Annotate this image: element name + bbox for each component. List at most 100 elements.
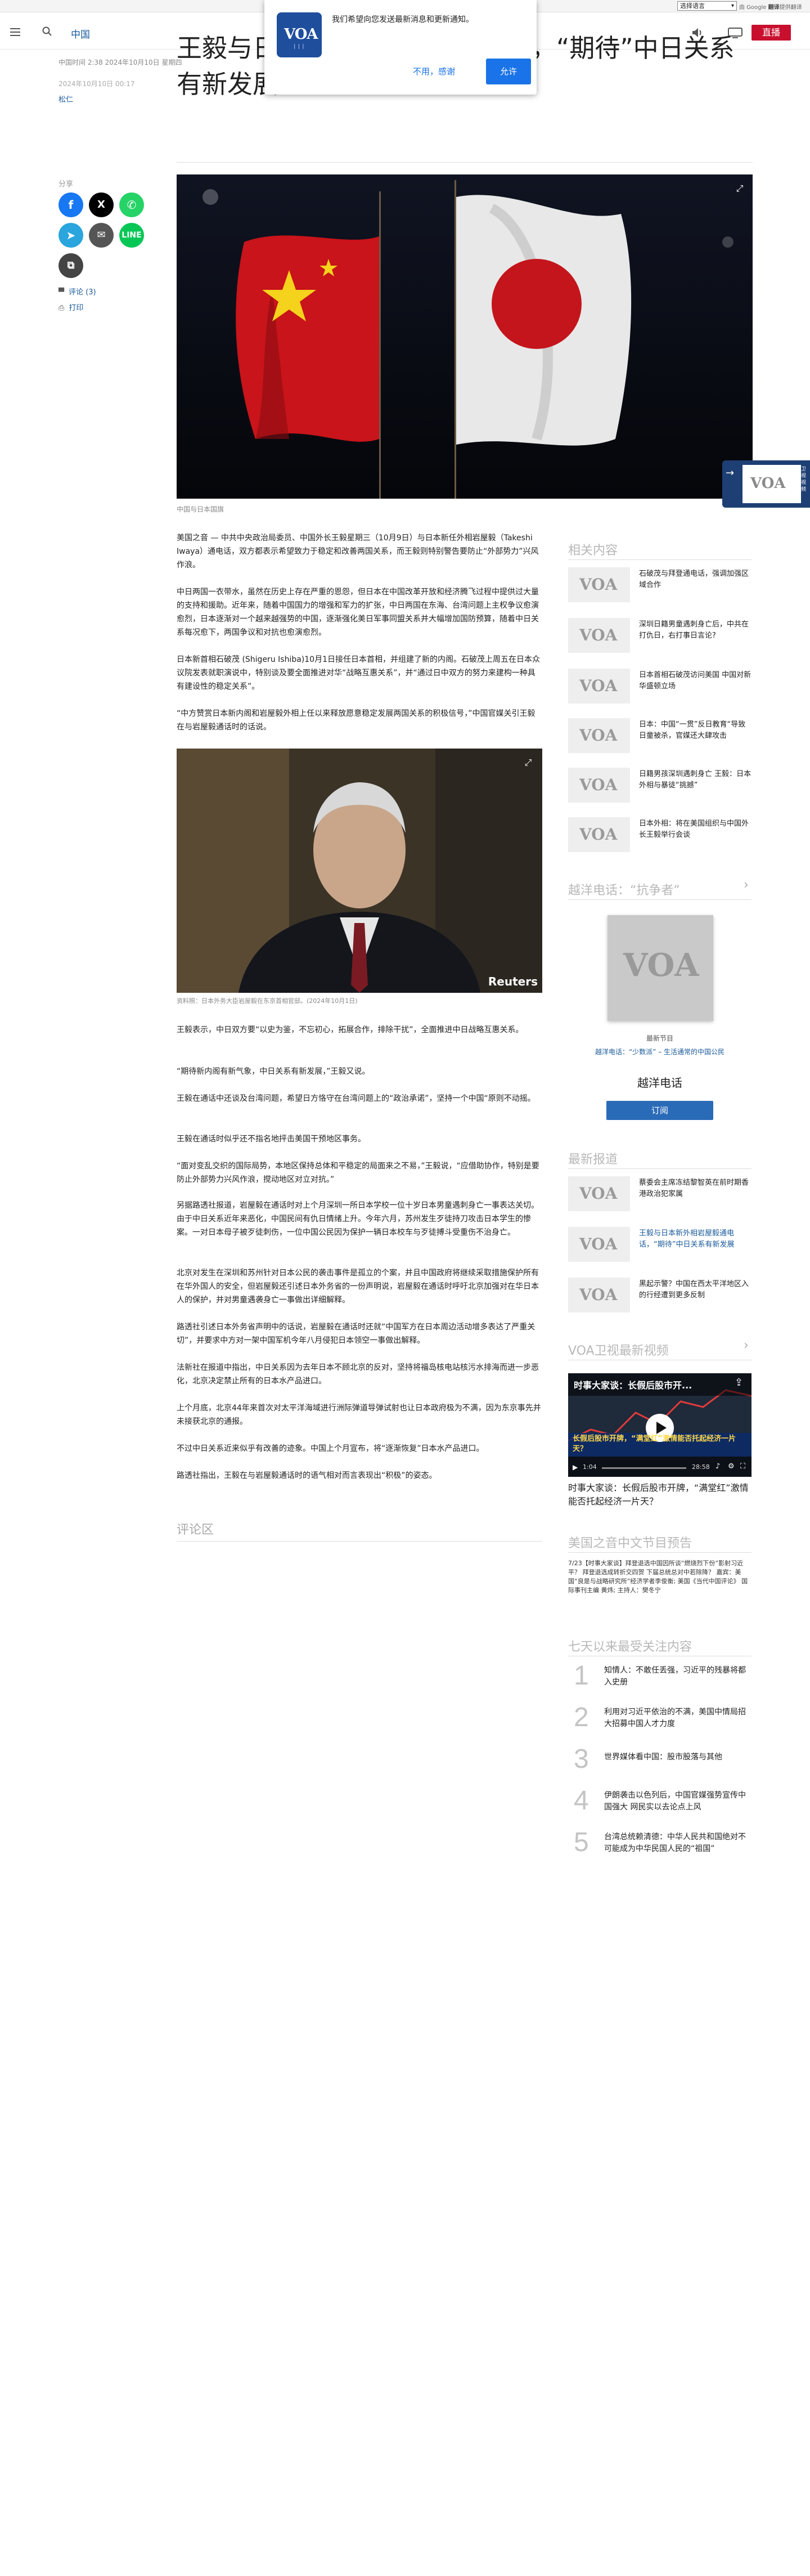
volume-icon[interactable]: ♪: [716, 1462, 720, 1471]
rank-number: 4: [574, 1786, 589, 1816]
minister-photo: ⤢ Reuters: [177, 749, 542, 993]
popular-link[interactable]: 伊朗袭击以色列后，中国官媒强势宣传中国强大 网民实以去论点上风: [604, 1790, 750, 1813]
hero-image: ⤢: [177, 174, 753, 499]
expand-icon[interactable]: ⤢: [522, 756, 534, 769]
section-link[interactable]: 中国: [71, 26, 90, 41]
facebook-share-icon[interactable]: f: [58, 192, 83, 217]
popular-link[interactable]: 台湾总统赖清德：中华人民共和国绝对不可能成为中华民国人民的“祖国”: [604, 1831, 750, 1855]
related-divider: [568, 559, 752, 560]
body-paragraph: 上个月底，北京44年来首次对太平洋海域进行洲际弹道导弹试射也让日本政府极为不满，…: [177, 1404, 541, 1426]
title-divider: [177, 162, 753, 163]
body-paragraph: 法新社在报道中指出，中日关系因为去年日本不顾北京的反对，坚持将福岛核电站核污水排…: [177, 1363, 539, 1386]
expand-icon[interactable]: ⤢: [734, 182, 746, 195]
play-small-icon[interactable]: ▶: [573, 1463, 578, 1471]
notification-prompt: VOA ❘❘❘ 我们希望向您发送最新消息和更新通知。 不用，感谢 允许: [264, 0, 537, 95]
body-paragraph: 王毅表示，中日双方要“以史为鉴，不忘初心，拓展合作，排除干扰”，全面推进中日战略…: [177, 1025, 524, 1034]
podcast-divider: [568, 899, 752, 900]
voa-logo: VOA ❘❘❘: [277, 12, 322, 57]
copy-link-icon[interactable]: ⧉: [58, 253, 83, 278]
related-thumb[interactable]: VOA: [568, 567, 630, 602]
telegram-share-icon[interactable]: ➤: [58, 223, 83, 248]
related-link[interactable]: 日本：中国“一贯”反日教育“导致日童被杀，官媒还大肆攻击: [639, 719, 752, 742]
share-icon[interactable]: ⇪: [735, 1377, 743, 1388]
subscribe-button[interactable]: 订阅: [606, 1101, 713, 1120]
side-tab-logo-text: VOA: [750, 475, 786, 492]
popular-link[interactable]: 利用对习近平依治的不满，美国中情局招大招募中国人才力度: [604, 1706, 750, 1730]
print-icon: ⎙: [58, 304, 65, 312]
related-heading: 相关内容: [568, 544, 618, 558]
body-paragraph: 中日两国一衣带水，虽然在历史上存在严重的恩怨，但日本在中国改革开放和经济腾飞过程…: [177, 588, 539, 637]
related-thumb[interactable]: VOA: [568, 669, 630, 704]
whatsapp-share-icon[interactable]: ✆: [119, 192, 144, 217]
latest-thumb[interactable]: VOA: [568, 1176, 630, 1211]
comments-divider: [177, 1541, 542, 1542]
podcast-label: 最新节目: [646, 1034, 673, 1042]
body-paragraph: 不过中日关系近来似乎有改善的迹象。中国上个月宣布，将“逐渐恢复”日本水产品进口。: [177, 1444, 484, 1453]
decline-button[interactable]: 不用，感谢: [413, 65, 455, 77]
related-link[interactable]: 石破茂与拜登通电话，强调加强区域合作: [639, 568, 752, 591]
popular-link[interactable]: 知情人：不敢任丢强，习近平的残暴将都入史册: [604, 1665, 750, 1688]
chevron-right-icon[interactable]: ›: [744, 878, 749, 892]
related-link[interactable]: 深圳日籍男童遇刺身亡后，中共在打仇日，右打事日言论?: [639, 619, 752, 642]
latest-thumb[interactable]: VOA: [568, 1278, 630, 1312]
latest-link[interactable]: 蔡委会主席冻结黎智英在前时期香港政治犯家属: [639, 1177, 752, 1200]
related-thumb[interactable]: VOA: [568, 718, 630, 753]
language-select[interactable]: 选择语言: [677, 1, 737, 11]
podcast-episode-link[interactable]: 越洋电话：“少数派” – 生活通常的中国公民: [568, 1047, 752, 1056]
video-progress[interactable]: [602, 1467, 686, 1469]
video-banner: 长假后股市开牌，“满堂红”激情能否托起经济一片天？: [573, 1435, 736, 1453]
body-paragraph: 路透社指出，王毅在与岩屋毅通话时的语气相对而言表现出“积极”的姿态。: [177, 1471, 437, 1480]
related-link[interactable]: 日籍男孩深圳遇刺身亡 王毅：日本外相与暴徒“挑撼”: [639, 769, 752, 791]
podcast-cover[interactable]: VOA: [608, 915, 713, 1021]
podcast-name: 越洋电话: [637, 1076, 682, 1090]
latest-link[interactable]: 王毅与日本新外相岩屋毅通电话，“期待”中日关系有新发展: [639, 1228, 752, 1251]
program-heading: 美国之音中文节目预告: [568, 1536, 692, 1551]
latest-link[interactable]: 黑起示警？中国在西太平洋地区入的行经遭到更多反制: [639, 1279, 752, 1301]
podcast-heading[interactable]: 越洋电话：“抗争者”: [568, 880, 680, 898]
translate-by: 由 Google: [739, 5, 767, 11]
video-player[interactable]: 时事大家谈：长假后股市开... ⇪ 长假后股市开牌，“满堂红”激情能否托起经济一…: [568, 1373, 752, 1477]
program-text: 7/23【时事大家谈】拜登退选中国因所谈“燃烧烈下份”影射习近平？ 拜登退选成转…: [568, 1560, 748, 1594]
share-label: 分享: [58, 180, 74, 189]
popular-link[interactable]: 世界媒体看中国：股市股落与其他: [604, 1751, 750, 1763]
voa-logo-text: VOA: [284, 26, 318, 43]
latest-heading: 最新报道: [568, 1153, 618, 1167]
hero-caption: 中国与日本国旗: [177, 505, 224, 513]
live-button[interactable]: 直播: [752, 25, 791, 41]
body-paragraph: “期待新内阁有新气象，中日关系有新发展，”王毅又说。: [177, 1067, 370, 1076]
x-share-icon[interactable]: X: [89, 192, 114, 217]
menu-icon[interactable]: [10, 28, 20, 36]
email-share-icon[interactable]: ✉: [89, 223, 114, 248]
body-paragraph: 路透社引述日本外务省声明中的话说，岩屋毅在通话时还就“中国军方在日本周边活动增多…: [177, 1323, 536, 1345]
allow-button[interactable]: 允许: [486, 59, 531, 84]
related-link[interactable]: 日本外相：将在美国组织与中国外长王毅举行会谈: [639, 818, 752, 841]
google-translate-credit[interactable]: 由 Google 翻译提供翻译: [739, 2, 802, 11]
comments-link[interactable]: ▀ 评论 (3): [58, 286, 96, 297]
print-label: 打印: [69, 304, 84, 312]
related-thumb[interactable]: VOA: [568, 618, 630, 653]
rank-number: 1: [574, 1661, 589, 1691]
body-paragraph: “面对变乱交织的国际局势，本地区保持总体和平稳定的局面来之不易，”王毅说，“应借…: [177, 1162, 539, 1184]
settings-icon[interactable]: ⚙: [728, 1462, 735, 1471]
video-caption[interactable]: 时事大家谈：长假后股市开牌，“满堂红”激情能否托起经济一片天？: [568, 1481, 752, 1508]
rank-number: 3: [574, 1744, 589, 1774]
fullscreen-icon[interactable]: ⛶: [740, 1462, 745, 1471]
line-share-icon[interactable]: LINE: [119, 223, 144, 248]
print-link[interactable]: ⎙ 打印: [58, 302, 83, 312]
notification-message: 我们希望向您发送最新消息和更新通知。: [332, 15, 474, 24]
chevron-right-icon[interactable]: ›: [744, 1338, 749, 1352]
related-thumb[interactable]: VOA: [568, 768, 630, 803]
rank-number: 5: [574, 1827, 589, 1857]
video-heading[interactable]: VOA卫视最新视频: [568, 1341, 669, 1359]
translate-service: 提供翻译: [779, 5, 802, 11]
voa-tv-side-tab[interactable]: → VOA 卫视 视频: [722, 460, 810, 508]
related-link[interactable]: 日本首相石破茂访问美国 中国对新华盛顿立场: [639, 670, 752, 692]
voa-logo: VOA: [742, 465, 801, 503]
search-icon[interactable]: [42, 26, 53, 37]
article-author[interactable]: 松仁: [58, 93, 73, 104]
arrow-right-icon: →: [726, 467, 735, 479]
related-thumb[interactable]: VOA: [568, 817, 630, 852]
video-duration: 28:58: [692, 1463, 710, 1471]
program-divider: [568, 1552, 752, 1553]
latest-thumb[interactable]: VOA: [568, 1227, 630, 1262]
